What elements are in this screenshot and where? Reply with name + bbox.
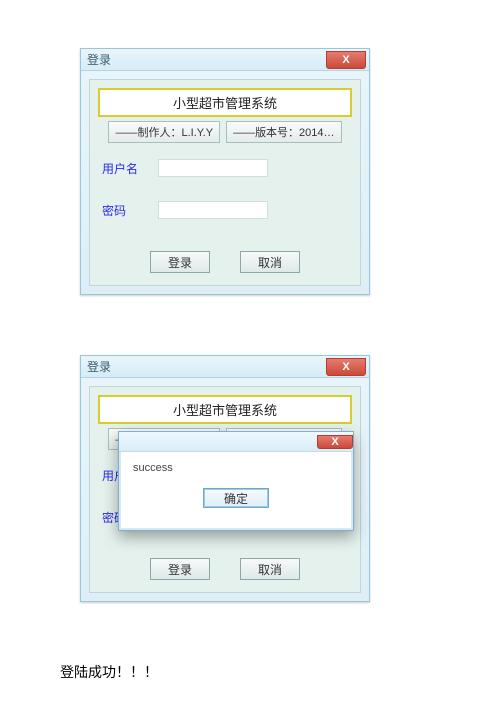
inner-panel: 小型超市管理系统 ——制作人：L.I.Y.Y ——版本号：2014… 用户名 密…: [89, 79, 361, 286]
titlebar-2: 登录 X: [81, 356, 369, 378]
close-icon[interactable]: X: [326, 51, 366, 69]
modal-close-icon[interactable]: X: [317, 435, 353, 449]
success-modal: X success 确定: [118, 431, 354, 531]
username-label: 用户名: [102, 160, 158, 177]
login-screenshot-2: 登录 X 小型超市管理系统 ——制作人：L.I.Y.Y ——版本号：2014… …: [80, 355, 400, 602]
titlebar-buttons: X: [326, 51, 366, 69]
caption-text: 登陆成功！！！: [60, 662, 500, 682]
author-label: ——制作人：L.I.Y.Y: [108, 121, 220, 143]
subheader-row: ——制作人：L.I.Y.Y ——版本号：2014…: [98, 121, 352, 143]
window-body: 小型超市管理系统 ——制作人：L.I.Y.Y ——版本号：2014… 用户名 密…: [81, 71, 369, 294]
modal-ok-button[interactable]: 确定: [203, 488, 269, 508]
window-title: 登录: [81, 51, 111, 68]
cancel-button-2[interactable]: 取消: [240, 558, 300, 580]
password-label: 密码: [102, 202, 158, 219]
form-area: 用户名 密码: [98, 151, 352, 247]
window-title-2: 登录: [81, 358, 111, 375]
modal-button-row: 确定: [133, 488, 339, 508]
modal-titlebar: X: [119, 432, 353, 452]
titlebar-buttons-2: X: [326, 358, 366, 376]
login-button-2[interactable]: 登录: [150, 558, 210, 580]
login-button[interactable]: 登录: [150, 251, 210, 273]
app-header: 小型超市管理系统: [98, 88, 352, 117]
button-row: 登录 取消: [98, 251, 352, 273]
cancel-button[interactable]: 取消: [240, 251, 300, 273]
titlebar: 登录 X: [81, 49, 369, 71]
modal-message: success: [133, 462, 339, 474]
username-row: 用户名: [102, 159, 348, 177]
app-header-2: 小型超市管理系统: [98, 395, 352, 424]
close-icon-2[interactable]: X: [326, 358, 366, 376]
login-screenshot-1: 登录 X 小型超市管理系统 ——制作人：L.I.Y.Y ——版本号：2014… …: [80, 48, 500, 295]
modal-body: success 确定: [119, 452, 353, 516]
button-row-2: 登录 取消: [98, 558, 352, 580]
password-input[interactable]: [158, 201, 268, 219]
username-input[interactable]: [158, 159, 268, 177]
password-row: 密码: [102, 201, 348, 219]
login-window: 登录 X 小型超市管理系统 ——制作人：L.I.Y.Y ——版本号：2014… …: [80, 48, 370, 295]
version-label: ——版本号：2014…: [226, 121, 341, 143]
